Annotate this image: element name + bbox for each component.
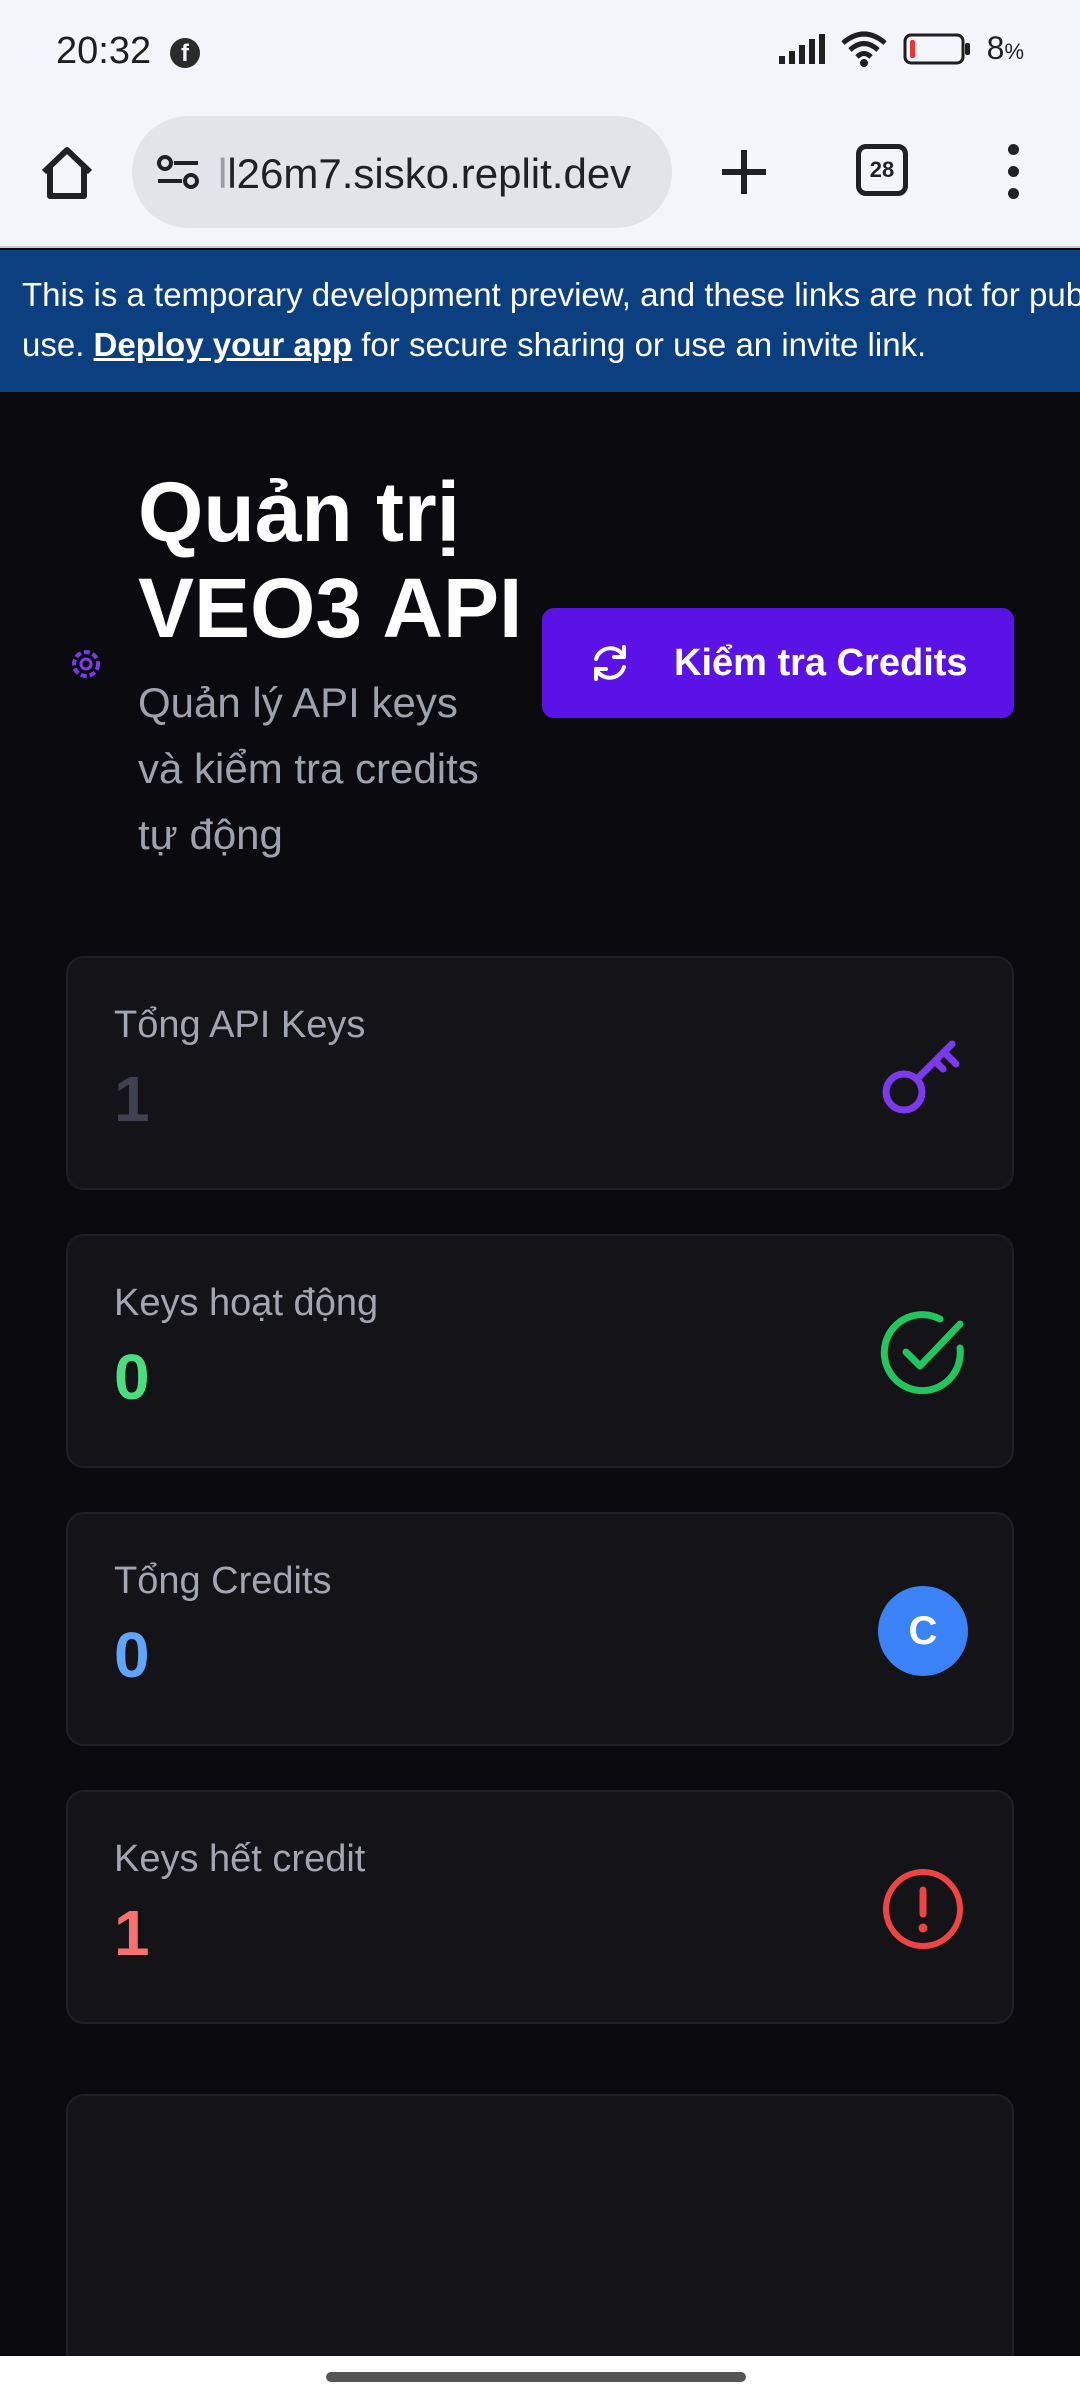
credits-icon: C [878, 1586, 968, 1676]
stat-card-active-keys: Keys hoạt động 0 [66, 1234, 1014, 1468]
home-gesture-pill[interactable] [326, 2372, 746, 2382]
battery-icon [903, 33, 970, 64]
home-icon[interactable] [36, 142, 98, 204]
address-bar[interactable]: ll26m7.sisko.replit.dev [132, 116, 672, 228]
stat-label: Tổng API Keys [114, 1004, 366, 1046]
tune-icon[interactable] [156, 154, 200, 190]
page-title: Quản trị VEO3 API [138, 465, 523, 655]
stat-value: 1 [114, 1063, 150, 1135]
battery-percent: 8% [986, 30, 1024, 66]
refresh-icon [594, 645, 626, 681]
alert-circle-icon [883, 1869, 963, 1949]
page-subtitle: Quản lý API keys và kiểm tra credits tự … [138, 679, 479, 858]
stat-card-keys-no-credit: Keys hết credit 1 [66, 1790, 1014, 2024]
wifi-icon [841, 31, 887, 67]
status-indicators: 8% [778, 30, 1024, 67]
more-vert-icon[interactable] [994, 142, 1034, 202]
stat-card-total-keys: Tổng API Keys 1 [66, 956, 1014, 1190]
url-text: ll26m7.sisko.replit.dev [218, 150, 632, 197]
check-credits-button[interactable]: Kiểm tra Credits [542, 608, 1014, 718]
stat-card-total-credits: Tổng Credits 0 C [66, 1512, 1014, 1746]
banner-line-2: use. Deploy your app for secure sharing … [22, 326, 927, 363]
plus-icon[interactable] [716, 144, 772, 200]
status-time: 20:32 [56, 30, 152, 72]
stat-label: Keys hết credit [114, 1838, 366, 1880]
stat-label: Keys hoạt động [114, 1282, 379, 1324]
browser-toolbar: ll26m7.sisko.replit.dev 28 [0, 108, 1080, 248]
app-main: Quản trị VEO3 API Quản lý API keys và ki… [0, 394, 1080, 2394]
key-icon [882, 1040, 960, 1114]
dev-preview-banner: This is a temporary development preview,… [0, 250, 1080, 392]
gear-icon [72, 650, 100, 678]
stat-label: Tổng Credits [114, 1560, 332, 1602]
deploy-app-link[interactable]: Deploy your app [94, 326, 353, 363]
status-bar: 20:32 f 8% [0, 0, 1080, 108]
gesture-bar [0, 2356, 1080, 2400]
facebook-notification-icon: f [170, 38, 200, 68]
tabs-icon[interactable]: 28 [856, 144, 908, 196]
check-circle-icon [880, 1311, 964, 1395]
signal-icon [778, 33, 825, 64]
keys-table-card [66, 2094, 1014, 2394]
stat-value: 0 [114, 1619, 150, 1691]
check-credits-label: Kiểm tra Credits [674, 642, 968, 684]
stat-value: 1 [114, 1897, 150, 1969]
stat-value: 0 [114, 1341, 150, 1413]
banner-line-1: This is a temporary development preview,… [22, 276, 1080, 313]
